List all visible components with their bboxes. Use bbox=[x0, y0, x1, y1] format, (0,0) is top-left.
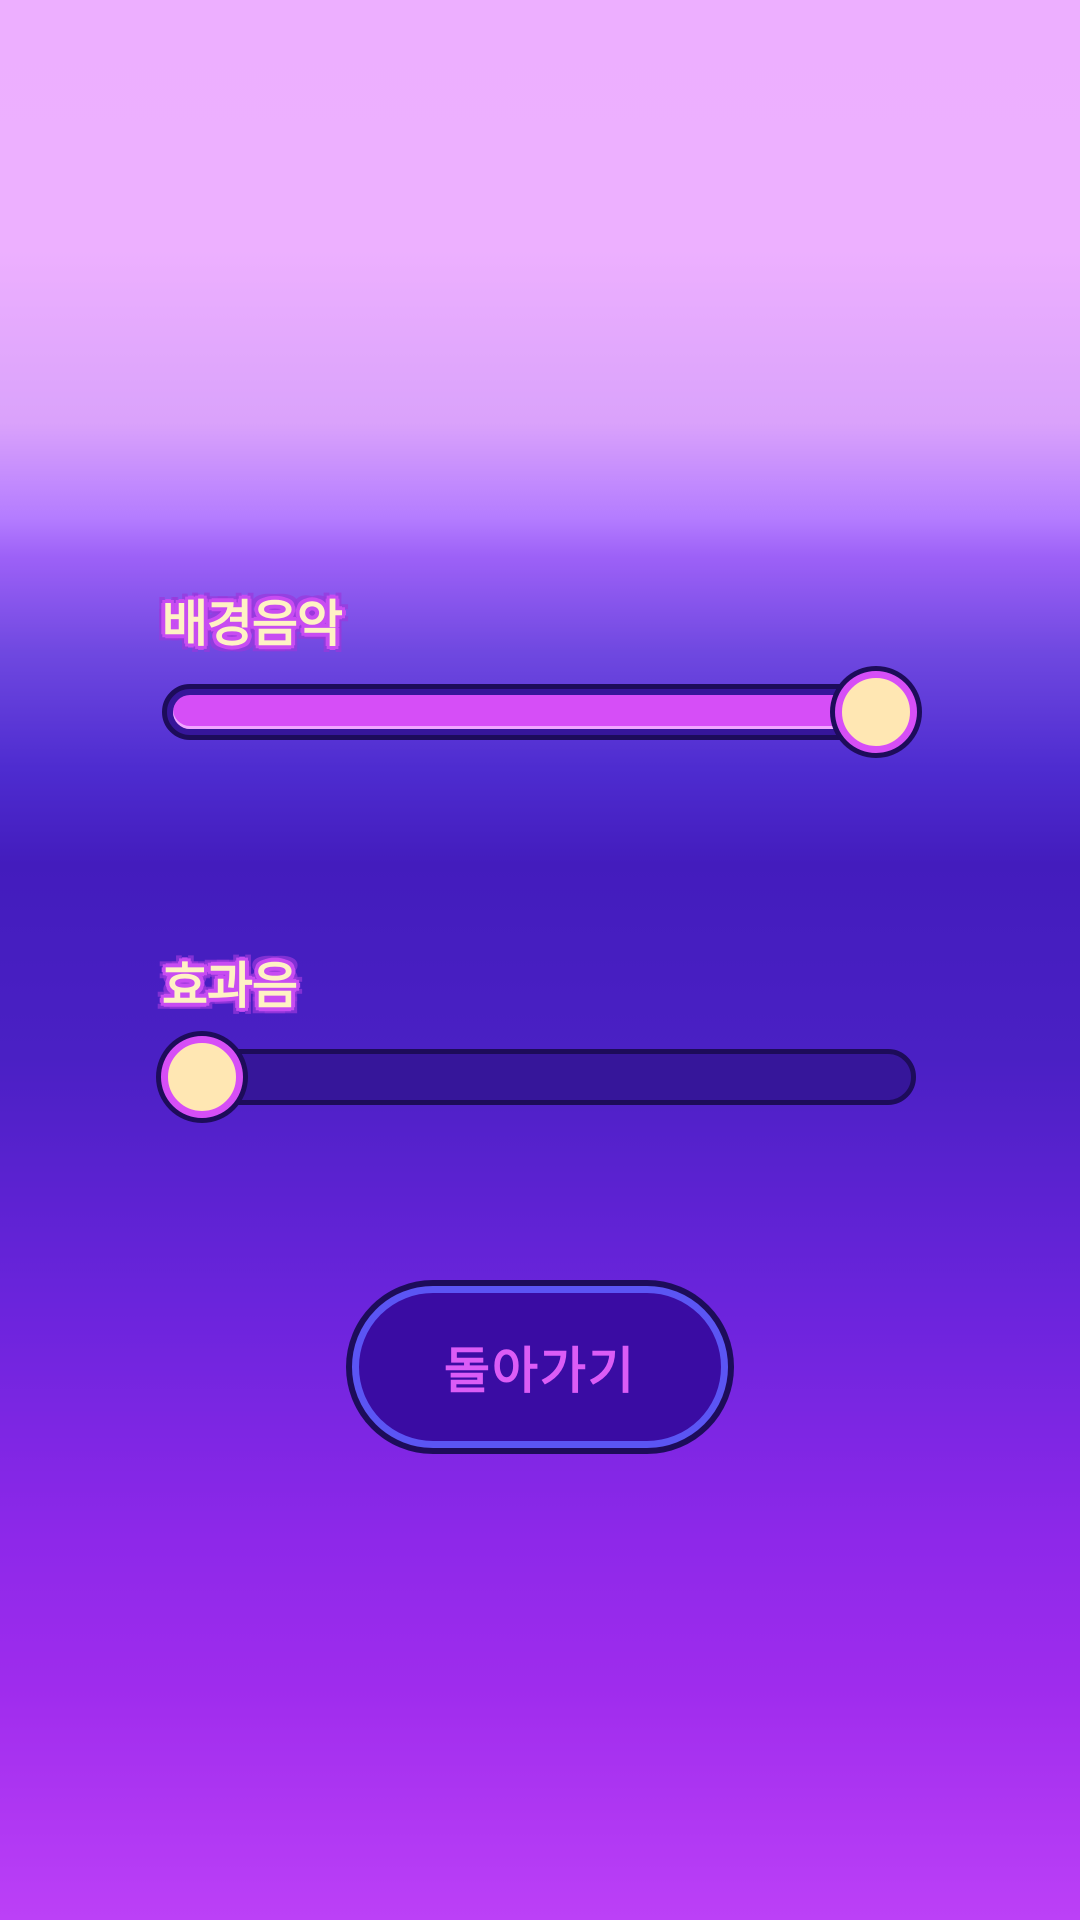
sfx-slider-thumb[interactable] bbox=[161, 1036, 243, 1118]
sfx-slider-track[interactable] bbox=[162, 1049, 916, 1105]
bgm-slider-fill bbox=[173, 695, 876, 729]
bgm-label: 배경음악 bbox=[162, 595, 343, 653]
sfx-volume-slider[interactable] bbox=[161, 1036, 916, 1118]
back-button-label: 돌아가기 bbox=[444, 1342, 636, 1400]
bgm-slider-thumb[interactable] bbox=[835, 671, 917, 753]
back-button[interactable]: 돌아가기 bbox=[352, 1286, 728, 1448]
sfx-label: 효과음 bbox=[162, 957, 298, 1015]
bgm-volume-slider[interactable] bbox=[162, 671, 917, 753]
